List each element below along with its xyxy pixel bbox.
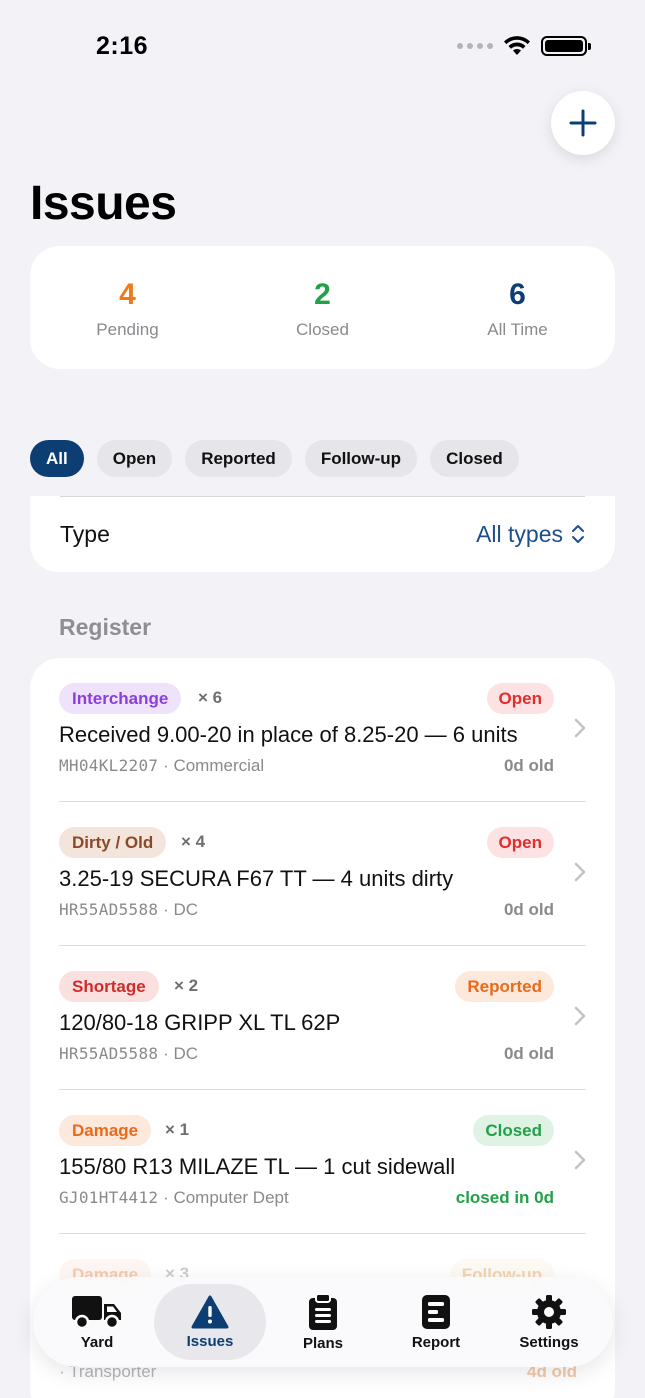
clipboard-icon: [309, 1292, 337, 1330]
issue-age: 0d old: [503, 1044, 554, 1063]
chevron-up-down-icon: [572, 525, 584, 543]
issue-type-tag: Shortage: [59, 971, 159, 1002]
tab-plans[interactable]: Plans: [267, 1284, 379, 1360]
issue-department: · Commercial: [163, 756, 265, 775]
stat-label: All Time: [487, 320, 548, 339]
issue-department: · Computer Dept: [163, 1188, 289, 1207]
filter-chip-closed[interactable]: Closed: [430, 440, 519, 477]
chevron-right-icon: [574, 1150, 586, 1170]
tab-yard[interactable]: Yard: [41, 1284, 153, 1360]
issue-title: 155/80 R13 MILAZE TL — 1 cut sidewall: [59, 1154, 456, 1179]
stat-pending[interactable]: 4 Pending: [30, 246, 225, 369]
type-filter-row[interactable]: Type All types: [30, 496, 615, 572]
vehicle-plate: MH04KL2207: [59, 756, 159, 775]
vehicle-plate: HR55AD5588: [59, 1044, 159, 1063]
chevron-right-icon: [574, 718, 586, 738]
issue-meta: GJ01HT4412 · Computer Dept: [59, 1188, 289, 1208]
stats-card: 4 Pending 2 Closed 6 All Time: [30, 246, 615, 369]
page-title: Issues: [30, 177, 177, 230]
vehicle-plate: GJ01HT4412: [59, 1188, 159, 1207]
tab-settings[interactable]: Settings: [493, 1284, 605, 1360]
issue-meta: HR55AD5588 · DC: [59, 1044, 198, 1064]
signal-icon: [457, 43, 493, 49]
issue-title: Received 9.00-20 in place of 8.25-20 — 6…: [59, 722, 518, 747]
issue-meta: MH04KL2207 · Commercial: [59, 756, 264, 776]
truck-icon: [72, 1295, 121, 1329]
issue-type-tag: Dirty / Old: [59, 827, 167, 858]
issue-type-tag: Interchange: [59, 683, 182, 714]
type-filter-value: All types: [476, 520, 563, 547]
status-icons: [457, 36, 591, 56]
stat-value: 4: [119, 278, 136, 311]
issue-row[interactable]: Interchange × 6 Open Received 9.00-20 in…: [59, 658, 586, 802]
issue-row[interactable]: Shortage × 2 Reported 120/80-18 GRIPP XL…: [59, 946, 586, 1090]
stat-closed[interactable]: 2 Closed: [225, 246, 420, 369]
issue-age: 0d old: [503, 756, 554, 775]
type-filter-picker[interactable]: All types: [476, 521, 585, 548]
status-badge: Closed: [473, 1115, 554, 1146]
tab-label: Issues: [186, 1332, 234, 1350]
issue-row[interactable]: Damage × 1 Closed 155/80 R13 MILAZE TL —…: [59, 1090, 586, 1234]
status-badge: Open: [486, 827, 554, 858]
filter-chip-open[interactable]: Open: [96, 440, 173, 477]
issue-quantity: × 4: [181, 832, 206, 851]
issue-age: closed in 0d: [455, 1188, 554, 1207]
gear-icon: [532, 1294, 566, 1329]
issue-department: · DC: [163, 900, 199, 919]
battery-icon: [541, 36, 591, 56]
status-bar: 2:16: [0, 0, 645, 90]
chevron-right-icon: [574, 1006, 586, 1026]
filter-chip-all[interactable]: All: [30, 440, 84, 477]
tab-issues[interactable]: Issues: [154, 1284, 266, 1360]
issue-title: 3.25-19 SECURA F67 TT — 4 units dirty: [59, 866, 454, 891]
type-filter-label: Type: [60, 520, 110, 547]
stat-value: 6: [509, 278, 526, 311]
stat-value: 2: [314, 278, 331, 311]
issue-quantity: × 2: [174, 976, 199, 995]
issue-age: 0d old: [503, 900, 554, 919]
wifi-icon: [504, 36, 530, 55]
vehicle-plate: HR55AD5588: [59, 900, 159, 919]
filter-chip-reported[interactable]: Reported: [185, 440, 292, 477]
plus-icon: [569, 109, 597, 137]
status-badge: Reported: [455, 971, 554, 1002]
status-filter-chips: All Open Reported Follow-up Closed: [30, 440, 519, 477]
issue-type-tag: Damage: [59, 1115, 152, 1146]
status-time: 2:16: [96, 32, 149, 60]
stat-label: Pending: [96, 320, 159, 339]
report-icon: [422, 1294, 450, 1329]
issue-department: · DC: [163, 1044, 199, 1063]
stat-all-time[interactable]: 6 All Time: [420, 246, 615, 369]
tab-label: Plans: [302, 1334, 344, 1352]
warning-icon: [191, 1295, 229, 1328]
tab-bar: Yard Issues Plans Report Settings: [33, 1277, 613, 1367]
status-badge: Open: [486, 683, 554, 714]
issue-meta: HR55AD5588 · DC: [59, 900, 198, 920]
issue-title: 120/80-18 GRIPP XL TL 62P: [59, 1010, 341, 1035]
chevron-right-icon: [574, 862, 586, 882]
issue-row[interactable]: Dirty / Old × 4 Open 3.25-19 SECURA F67 …: [59, 802, 586, 946]
stat-label: Closed: [296, 320, 349, 339]
section-header-register: Register: [59, 614, 152, 640]
tab-label: Settings: [519, 1333, 579, 1351]
filter-chip-follow-up[interactable]: Follow-up: [304, 440, 418, 477]
issue-quantity: × 6: [198, 688, 223, 707]
issue-quantity: × 1: [165, 1120, 190, 1139]
tab-label: Report: [411, 1333, 461, 1351]
tab-label: Yard: [80, 1333, 114, 1351]
tab-report[interactable]: Report: [380, 1284, 492, 1360]
add-issue-button[interactable]: [551, 91, 615, 155]
